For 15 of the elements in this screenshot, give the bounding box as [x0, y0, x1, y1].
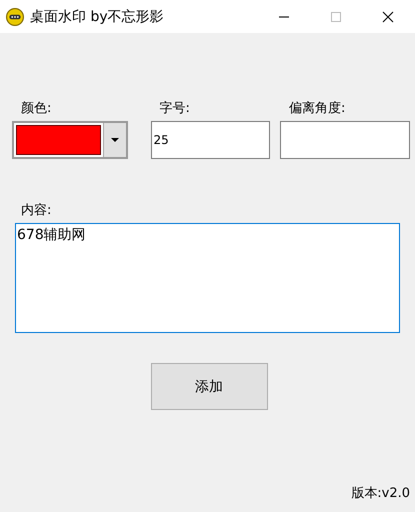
size-field[interactable]: 25: [150, 121, 270, 159]
color-label: 颜色:: [20, 100, 52, 118]
content-label: 内容:: [20, 202, 52, 220]
dropdown-button[interactable]: [103, 123, 126, 157]
color-dropdown[interactable]: [12, 121, 128, 159]
version-text: 版本:v2.0: [351, 485, 410, 502]
add-button[interactable]: 添加: [150, 363, 268, 410]
caret-icon: [111, 138, 119, 142]
window-title: 桌面水印 by不忘形影: [30, 8, 164, 26]
content-field[interactable]: 678辅助网: [15, 223, 400, 333]
smiley-icon: [6, 8, 24, 26]
angle-field[interactable]: [280, 121, 410, 159]
angle-label: 偏离角度:: [288, 100, 346, 118]
size-label: 字号:: [158, 100, 191, 118]
close-icon[interactable]: [382, 10, 394, 22]
